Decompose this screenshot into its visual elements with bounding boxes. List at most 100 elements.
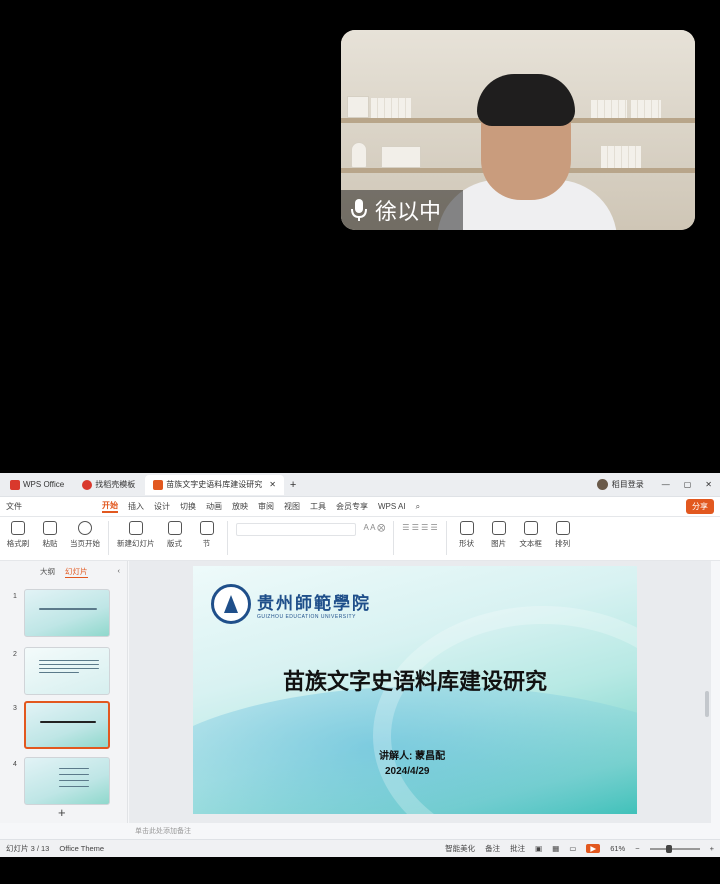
slide-date: 2024/4/29	[385, 766, 430, 777]
shape-button[interactable]: 形状	[455, 521, 479, 549]
ribbon-label: 新建幻灯片	[117, 539, 155, 548]
new-slide-button[interactable]: 新建幻灯片	[117, 521, 155, 549]
chevron-left-icon[interactable]: ‹	[118, 566, 121, 578]
ribbon: 格式刷 粘贴 当页开始 新建幻灯片 版式 节 A A ⨂ ☰ ☰ ☰ ☰ 形状 …	[0, 517, 720, 561]
menu-view[interactable]: 视图	[284, 501, 300, 512]
section-button[interactable]: 节	[195, 521, 219, 549]
theme-name[interactable]: Office Theme	[59, 844, 104, 853]
font-box[interactable]	[235, 523, 356, 536]
start-from-current-button[interactable]: 当页开始	[70, 521, 100, 549]
sorter-view-icon[interactable]: ▦	[552, 844, 559, 853]
slide-thumbnail-4[interactable]	[24, 757, 110, 805]
thumb-text	[59, 774, 89, 775]
divider	[393, 521, 395, 555]
vertical-scrollbar[interactable]	[705, 691, 709, 717]
person-hair	[477, 74, 575, 126]
new-slide-icon	[128, 521, 143, 535]
current-slide[interactable]: 贵州師範學院 GUIZHOU EDUCATION UNIVERSITY 苗族文字…	[193, 566, 637, 814]
slide-thumbnail-2[interactable]	[24, 647, 110, 695]
ribbon-label: 格式刷	[6, 539, 30, 548]
tab-document[interactable]: 苗族文字史语料库建设研究 ✕	[145, 474, 284, 495]
books	[631, 100, 661, 118]
menu-insert[interactable]: 插入	[128, 501, 144, 512]
thumb-text	[39, 664, 99, 665]
ribbon-label: 排列	[555, 539, 571, 548]
menu-file[interactable]: 文件	[6, 501, 22, 512]
avatar[interactable]	[596, 479, 608, 490]
format-painter-button[interactable]: 格式刷	[6, 521, 30, 549]
wps-window: WPS Office 找稻壳模板 苗族文字史语料库建设研究 ✕ + 稻目登录 —…	[0, 473, 720, 857]
picture-icon	[491, 521, 506, 535]
slide-speaker: 讲解人: 蒙昌配	[379, 751, 446, 762]
menu-slideshow[interactable]: 放映	[232, 501, 248, 512]
close-icon[interactable]: ✕	[269, 480, 276, 489]
tab-label: 苗族文字史语料库建设研究	[166, 480, 263, 489]
paragraph-icons[interactable]: ☰ ☰ ☰ ☰	[402, 523, 437, 532]
menu-design[interactable]: 设计	[154, 501, 170, 512]
docer-icon	[82, 479, 93, 490]
school-seal-icon	[211, 584, 251, 624]
zoom-knob[interactable]	[665, 844, 672, 853]
thumb-text	[39, 672, 79, 673]
ribbon-label: 粘贴	[42, 539, 58, 548]
ribbon-label: 图片	[491, 539, 507, 548]
notes-button[interactable]: 备注	[485, 843, 500, 854]
user-label[interactable]: 稻目登录	[612, 479, 644, 490]
zoom-value[interactable]: 61%	[610, 844, 625, 853]
arrange-button[interactable]: 排列	[551, 521, 575, 549]
play-button[interactable]: ▶	[586, 844, 601, 853]
thumb-text	[39, 660, 99, 661]
tab-docer[interactable]: 找稻壳模板	[74, 475, 143, 495]
school-english: GUIZHOU EDUCATION UNIVERSITY	[257, 613, 356, 620]
notes-field[interactable]: 单击此处添加备注	[129, 823, 720, 837]
add-slide-button[interactable]: +	[58, 805, 66, 820]
normal-view-icon[interactable]: ▣	[535, 844, 542, 853]
microphone-icon	[351, 199, 367, 221]
zoom-slider[interactable]	[649, 844, 700, 853]
thumb-text	[40, 721, 96, 723]
zoom-out-icon[interactable]: −	[635, 844, 639, 853]
box	[381, 146, 421, 168]
thumb-text	[39, 668, 99, 669]
share-button[interactable]: 分享	[686, 499, 714, 514]
slide-thumbnail-3[interactable]	[24, 701, 110, 749]
tab-wps-office[interactable]: WPS Office	[2, 475, 72, 495]
minimize-icon[interactable]: —	[662, 480, 670, 489]
slide-thumbnail-1[interactable]	[24, 589, 110, 637]
maximize-icon[interactable]: ▢	[684, 480, 692, 489]
panel-tabs: 大纲 幻灯片 ‹	[0, 561, 127, 578]
participant-name: 徐以中	[375, 199, 442, 224]
slide-number: 4	[13, 761, 17, 768]
comments-button[interactable]: 批注	[510, 843, 525, 854]
tab-label: 找稻壳模板	[95, 480, 136, 489]
zoom-in-icon[interactable]: +	[710, 844, 714, 853]
school-name: 贵州師範學院	[257, 593, 371, 614]
menu-wps-ai[interactable]: WPS AI	[378, 502, 406, 511]
menu-member[interactable]: 会员专享	[336, 501, 368, 512]
tab-label: WPS Office	[23, 480, 65, 489]
text-format-icons[interactable]: A A ⨂	[364, 523, 386, 532]
layout-button[interactable]: 版式	[163, 521, 187, 549]
picture-button[interactable]: 图片	[487, 521, 511, 549]
close-window-icon[interactable]: ✕	[705, 480, 712, 489]
new-tab-icon[interactable]: +	[290, 479, 296, 491]
smart-beautify-button[interactable]: 智能美化	[445, 843, 475, 854]
play-icon	[78, 521, 92, 535]
ribbon-label: 版式	[167, 539, 182, 548]
tab-slides[interactable]: 幻灯片	[65, 566, 88, 578]
layout-icon	[167, 521, 182, 535]
menu-transition[interactable]: 切换	[180, 501, 196, 512]
menu-animation[interactable]: 动画	[206, 501, 222, 512]
search-icon[interactable]: ⌕	[416, 502, 420, 512]
menu-start[interactable]: 开始	[102, 500, 118, 513]
menu-tools[interactable]: 工具	[310, 501, 326, 512]
reading-view-icon[interactable]: ▭	[569, 844, 576, 853]
tab-outline[interactable]: 大纲	[40, 566, 55, 578]
slide-canvas: 贵州師範學院 GUIZHOU EDUCATION UNIVERSITY 苗族文字…	[129, 561, 711, 823]
menu-review[interactable]: 审阅	[258, 501, 274, 512]
textbox-button[interactable]: 文本框	[519, 521, 543, 549]
box	[347, 96, 369, 118]
books	[591, 100, 627, 118]
divider	[108, 521, 109, 555]
paste-button[interactable]: 粘贴	[38, 521, 62, 549]
